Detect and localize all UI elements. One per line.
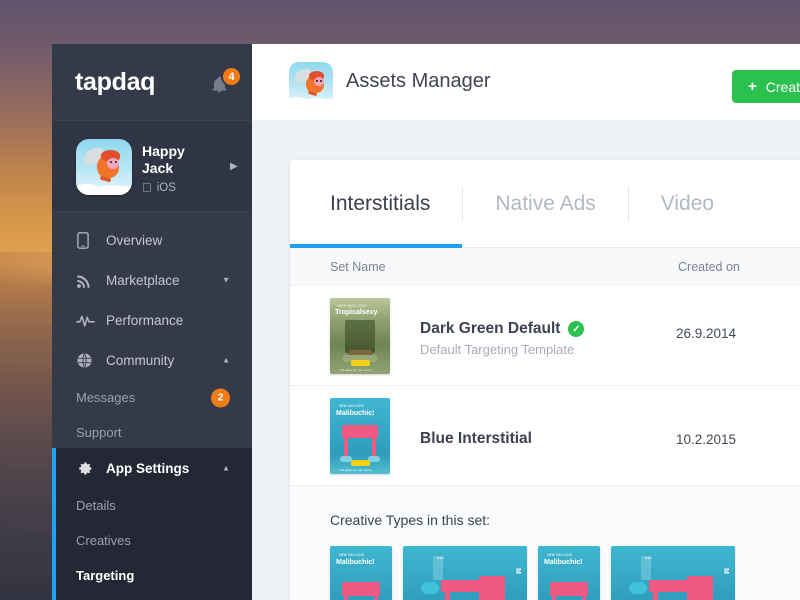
sidebar-subitem-label: Targeting bbox=[76, 568, 134, 583]
chevron-up-icon[interactable]: ▲ bbox=[222, 356, 230, 365]
tab-native-ads[interactable]: Native Ads bbox=[463, 160, 627, 248]
sidebar-subitem-label: Creatives bbox=[76, 533, 131, 548]
page-title: Assets Manager bbox=[346, 70, 491, 93]
happy-jack-app-icon bbox=[289, 62, 333, 106]
sidebar-item-label: Marketplace bbox=[106, 273, 180, 288]
sidebar-item-label: App Settings bbox=[106, 461, 189, 476]
column-header-created-on[interactable]: Created on bbox=[678, 260, 740, 274]
creative-thumbnail-portrait[interactable]: NEW IKEA 2005 Malibuchic! bbox=[538, 546, 600, 600]
set-name-text: Dark Green Default bbox=[420, 320, 560, 338]
sidebar-nav: Overview Marketplace ▼ Performance C bbox=[52, 212, 252, 450]
set-thumbnail: NEW IKEA 2005 Tropicalsexy The place for… bbox=[330, 298, 390, 374]
globe-icon bbox=[76, 352, 98, 369]
sidebar-item-community[interactable]: Community ▲ bbox=[52, 340, 252, 380]
sidebar-item-label: Overview bbox=[106, 233, 162, 248]
created-on-value: 26.9.2014 bbox=[676, 326, 736, 341]
set-subtitle: Default Targeting Template bbox=[420, 342, 574, 357]
tab-bar: Interstitials Native Ads Video bbox=[290, 160, 800, 248]
messages-badge: 2 bbox=[211, 388, 230, 407]
tab-label: Video bbox=[661, 192, 714, 216]
sidebar-group-app-settings: App Settings ▲ Details Creatives Targeti… bbox=[52, 448, 252, 600]
creative-thumbnail-landscape[interactable]: M IKEA bbox=[611, 546, 735, 600]
happy-jack-app-icon bbox=[76, 139, 132, 195]
sidebar: tapdaq 4 Happy Jack bbox=[52, 44, 252, 600]
sidebar-item-overview[interactable]: Overview bbox=[52, 220, 252, 260]
creative-thumbnail-portrait[interactable]: NEW IKEA 2005 Malibuchic! bbox=[330, 546, 392, 600]
poster-headline: Malibuchic! bbox=[544, 559, 583, 566]
apple-icon:  bbox=[142, 181, 152, 194]
creative-thumbnail-landscape[interactable]: M IKEA bbox=[403, 546, 527, 600]
poster-headline: Malibuchic! bbox=[336, 559, 375, 566]
gear-icon bbox=[76, 460, 98, 477]
sidebar-subitem-label: Details bbox=[76, 498, 116, 513]
sidebar-item-label: Performance bbox=[106, 313, 183, 328]
create-button-label: Create bbox=[766, 79, 800, 95]
main-content: Assets Manager + Create Interstitials Na… bbox=[252, 44, 800, 600]
notifications-badge: 4 bbox=[221, 66, 242, 87]
assets-card: Interstitials Native Ads Video Set Name … bbox=[290, 160, 800, 600]
set-name: Dark Green Default ✓ bbox=[420, 320, 584, 338]
chevron-right-icon: ▶ bbox=[230, 161, 238, 172]
chevron-up-icon[interactable]: ▲ bbox=[222, 464, 230, 473]
sidebar-item-creatives[interactable]: Creatives bbox=[56, 523, 252, 558]
poster-headline: Malibuchic! bbox=[336, 410, 375, 417]
sidebar-item-app-settings[interactable]: App Settings ▲ bbox=[56, 448, 252, 488]
plus-icon: + bbox=[748, 78, 757, 95]
tab-label: Interstitials bbox=[330, 192, 430, 216]
tab-video[interactable]: Video bbox=[629, 160, 746, 248]
tab-interstitials[interactable]: Interstitials bbox=[290, 160, 462, 248]
brand-logo[interactable]: tapdaq bbox=[75, 68, 155, 97]
creative-types-label: Creative Types in this set: bbox=[330, 512, 800, 528]
sidebar-item-details[interactable]: Details bbox=[56, 488, 252, 523]
table-row[interactable]: NEW IKEA 2005 Tropicalsexy The place for… bbox=[290, 286, 800, 386]
poster-headline: Tropicalsexy bbox=[335, 309, 377, 316]
rss-icon bbox=[76, 272, 98, 289]
app-platform-label:  iOS bbox=[142, 181, 176, 194]
tab-label: Native Ads bbox=[495, 192, 595, 216]
notifications-button[interactable]: 4 bbox=[210, 69, 244, 99]
sidebar-brand-row: tapdaq 4 bbox=[52, 44, 252, 120]
chevron-down-icon[interactable]: ▼ bbox=[222, 276, 230, 285]
sidebar-subitem-label: Support bbox=[76, 425, 122, 440]
sidebar-item-support[interactable]: Support bbox=[52, 415, 252, 450]
sidebar-item-messages[interactable]: Messages 2 bbox=[52, 380, 252, 415]
sidebar-subitem-label: Messages bbox=[76, 390, 135, 405]
pulse-icon bbox=[76, 313, 98, 327]
table-row[interactable]: NEW IKEA 2005 Malibuchic! The place for … bbox=[290, 386, 800, 486]
page-header: Assets Manager + Create bbox=[252, 44, 800, 120]
sidebar-item-marketplace[interactable]: Marketplace ▼ bbox=[52, 260, 252, 300]
creative-types-section: Creative Types in this set: NEW IKEA 200… bbox=[290, 486, 800, 600]
sidebar-item-targeting[interactable]: Targeting bbox=[56, 558, 252, 593]
column-header-set-name[interactable]: Set Name bbox=[330, 260, 386, 274]
sidebar-item-performance[interactable]: Performance bbox=[52, 300, 252, 340]
set-name-text: Blue Interstitial bbox=[420, 430, 532, 448]
app-name-label: Happy Jack bbox=[142, 143, 214, 177]
sidebar-item-label: Community bbox=[106, 353, 174, 368]
app-window: tapdaq 4 Happy Jack bbox=[52, 44, 800, 600]
current-app-selector[interactable]: Happy Jack  iOS ▶ bbox=[52, 120, 252, 212]
set-thumbnail: NEW IKEA 2005 Malibuchic! The place for … bbox=[330, 398, 390, 474]
app-platform-text: iOS bbox=[157, 182, 176, 194]
creative-types-strip: NEW IKEA 2005 Malibuchic! M bbox=[330, 546, 800, 600]
set-name: Blue Interstitial bbox=[420, 430, 532, 448]
verified-badge: ✓ bbox=[568, 321, 584, 337]
mobile-icon bbox=[76, 232, 98, 249]
create-button[interactable]: + Create bbox=[732, 70, 800, 103]
created-on-value: 10.2.2015 bbox=[676, 432, 736, 447]
table-header-row: Set Name Created on bbox=[290, 248, 800, 286]
